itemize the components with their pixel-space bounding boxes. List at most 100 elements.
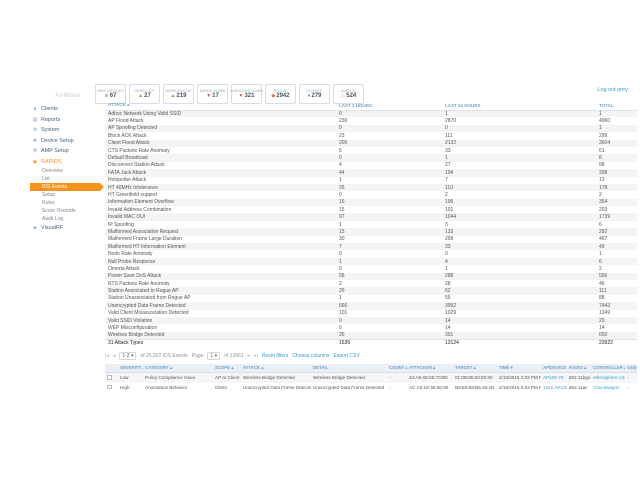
column-header-detail[interactable]: DETAIL (311, 364, 387, 373)
widget-value: ●279 (307, 93, 321, 99)
column-header-radio-[interactable]: RADIO ▴ (567, 364, 591, 373)
summary-cell: 58 (596, 162, 637, 169)
event-cell: AC:A0:1E:55:50:90 (407, 383, 453, 393)
summary-cell: 26 (336, 332, 442, 339)
sidebar-item-score-override[interactable]: Score Override (30, 207, 100, 215)
column-header-controller-[interactable]: CONTROLLER ▴ (591, 364, 625, 373)
widget-value: ▼321 (239, 93, 255, 99)
summary-cell: IP Spoofing (105, 221, 336, 228)
summary-cell: Malformed Association Request (105, 228, 336, 235)
event-cell: B8:E8:56:B5:46:2D (453, 383, 497, 393)
sidebar-item-overview[interactable]: Overview (30, 167, 100, 175)
sidebar-item-setup[interactable]: Setup (30, 191, 100, 199)
sidebar-item-rapids[interactable]: ◉RAPIDS (30, 157, 100, 168)
column-header-scope-[interactable]: SCOPE ▴ (213, 364, 241, 373)
last-page-button[interactable]: ▸| (254, 353, 258, 359)
summary-cell: 6 (596, 221, 637, 228)
row-checkbox[interactable] (107, 375, 112, 380)
event-cell[interactable]: ethersphere-1322-lab (591, 373, 625, 383)
table-row: Malformed Association Request15133292 (105, 228, 637, 235)
rows-range-dropdown[interactable]: 1-2 ▾ (119, 352, 136, 360)
summary-cell: Block ACK Attack (105, 132, 336, 139)
link-choose-columns[interactable]: Choose columns (292, 353, 329, 359)
summary-cell: Valid SSID Violation (105, 317, 336, 324)
table-row: Invalid Address Combination15101203 (105, 206, 637, 213)
sidebar-item-clients[interactable]: ●Clients (30, 104, 100, 115)
summary-cell: 0 (442, 250, 596, 257)
link-reset-filters[interactable]: Reset filters (262, 353, 288, 359)
column-header-severity-[interactable]: SEVERITY ▴ (118, 364, 143, 373)
summary-cell: Information Element Overflow (105, 199, 336, 206)
summary-cell: 650 (596, 332, 637, 339)
summary-cell: 49 (596, 243, 637, 250)
prev-page-button[interactable]: ◂ (113, 353, 116, 359)
sidebar-item-visualrf[interactable]: ◈VisualRF (30, 223, 100, 234)
sidebar-item-system[interactable]: ⚙System (30, 125, 100, 136)
summary-cell: 33 (442, 243, 596, 250)
summary-cell: HT 40MHz Intolerance (105, 184, 336, 191)
column-header-category-[interactable]: CATEGORY ▴ (143, 364, 213, 373)
summary-cell: 0 (336, 317, 442, 324)
summary-cell: 111 (442, 132, 596, 139)
first-page-button[interactable]: |◂ (105, 353, 109, 359)
summary-cell: 5 (336, 147, 442, 154)
column-header-attacker-[interactable]: ATTACKER ▴ (407, 364, 453, 373)
row-checkbox-cell (105, 383, 118, 393)
event-cell[interactable]: 1341.AP110 (541, 383, 567, 393)
summary-cell: 28 (442, 280, 596, 287)
summary-cell: 4 (336, 162, 442, 169)
summary-cell: 14 (442, 324, 596, 331)
table-row: Invalid MAC OUI9710441739 (105, 213, 637, 220)
summary-cell: 194 (442, 169, 596, 176)
sidebar-item-label: System (41, 127, 59, 133)
column-header-attack-[interactable]: ATTACK ▴ (241, 364, 311, 373)
summary-cell: 0 (336, 324, 442, 331)
sidebar-item-list[interactable]: List (30, 175, 100, 183)
summary-cell: Malformed HT Information Element (105, 243, 336, 250)
sidebar-item-amp-setup[interactable]: ⚒AMP Setup (30, 146, 100, 157)
table-row: Station Unassociated from Rogue AP15588 (105, 295, 637, 302)
event-cell[interactable]: Chuckwagon (591, 383, 625, 393)
row-checkbox[interactable] (107, 385, 112, 390)
column-header-last-24-hours[interactable]: LAST 24 HOURS (442, 101, 596, 110)
table-row: Hotspotter Attack1713 (105, 177, 637, 184)
link-export-csv[interactable]: Export CSV (334, 353, 360, 359)
summary-cell: WEP Misconfiguration (105, 324, 336, 331)
table-row: RTS Packets Rate Anomaly22846 (105, 280, 637, 287)
sidebar-item-ids-events[interactable]: IDS Events (30, 183, 100, 191)
summary-cell: 292 (596, 228, 637, 235)
page-number-dropdown[interactable]: 1 ▾ (207, 352, 220, 360)
sidebar-item-audit-log[interactable]: Audit Log (30, 215, 100, 223)
widget-count: 321 (244, 93, 254, 99)
summary-cell: Malformed Frame Large Duration (105, 236, 336, 243)
summary-cell: Valid Client Misassociation Detected (105, 310, 336, 317)
summary-cell: Hotspotter Attack (105, 177, 336, 184)
summary-cell: Station Unassociated from Rogue AP (105, 295, 336, 302)
event-cell: Unencrypted Data Frame Detected (241, 383, 311, 393)
summary-cell: 391 (442, 332, 596, 339)
column-header-target-[interactable]: TARGET ▴ (453, 364, 497, 373)
column-header-attack-[interactable]: ATTACK ▴ (105, 101, 336, 110)
table-row: Node Rate Anomaly001 (105, 250, 637, 257)
sidebar-item-rules[interactable]: Rules (30, 199, 100, 207)
table-row: Information Element Overflow16196354 (105, 199, 637, 206)
event-cell: 2/19/2016 4:33 PM PST (497, 383, 541, 393)
summary-cell: 4960 (596, 117, 637, 124)
main-content: ATTACK ▴LAST 2 HOURSLAST 24 HOURSTOTALAd… (105, 101, 637, 393)
event-cell[interactable]: AP105-70 (541, 373, 567, 383)
logout-link[interactable]: Log out jerry (597, 87, 628, 93)
event-cell: 34:A8:4E:05:70:B0 (407, 373, 453, 383)
column-header-ssid-[interactable]: SSID ▴ (625, 364, 637, 373)
column-header-total[interactable]: TOTAL (596, 101, 637, 110)
column-header-time-[interactable]: TIME ▾ (497, 364, 541, 373)
ids-attack-summary-table: ATTACK ▴LAST 2 HOURSLAST 24 HOURSTOTALAd… (105, 101, 637, 347)
column-header-count-[interactable]: COUNT ▴ (387, 364, 407, 373)
table-row: IP Spoofing136 (105, 221, 637, 228)
sidebar-item-reports[interactable]: ▤Reports (30, 115, 100, 126)
column-header-ap-device-[interactable]: AP/DEVICE ▴ (541, 364, 567, 373)
column-header-last-2-hours[interactable]: LAST 2 HOURS (336, 101, 442, 110)
summary-cell: 196 (442, 199, 596, 206)
summary-cell: 1 (596, 110, 637, 117)
next-page-button[interactable]: ▸ (248, 353, 251, 359)
sidebar-item-device-setup[interactable]: ✚Device Setup (30, 136, 100, 147)
